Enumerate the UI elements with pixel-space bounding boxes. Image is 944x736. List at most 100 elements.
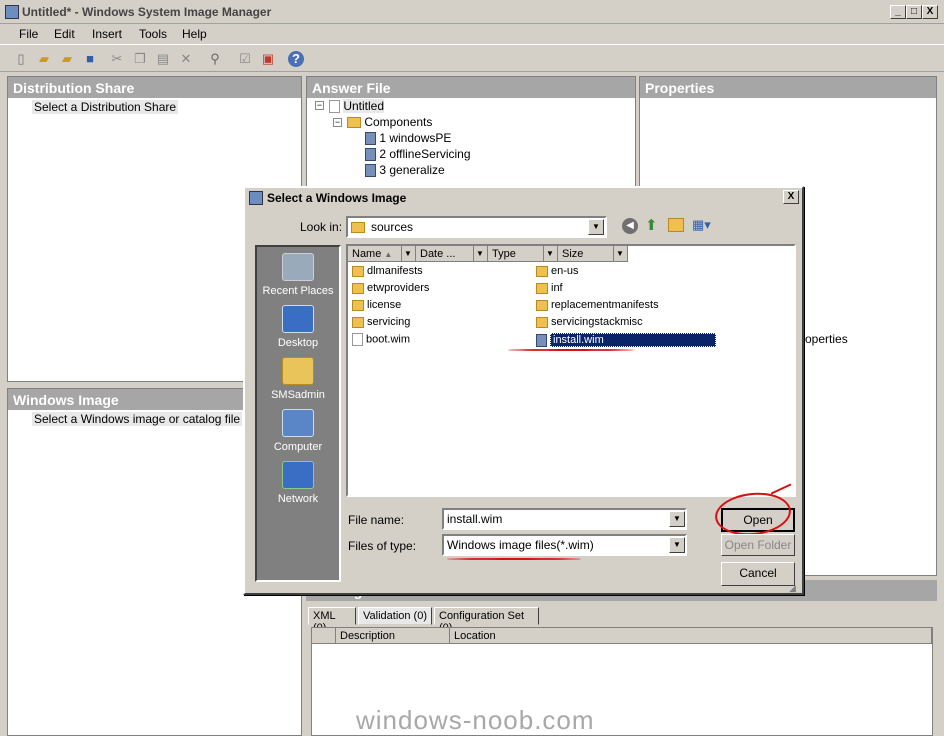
file-item-license[interactable]: license <box>352 299 401 311</box>
place-computer[interactable]: Computer <box>257 409 339 453</box>
menu-help[interactable]: Help <box>182 27 207 41</box>
folder-icon <box>352 299 364 311</box>
open-icon[interactable]: ▰ <box>35 50 53 68</box>
menu-insert[interactable]: Insert <box>92 27 122 41</box>
column-location[interactable]: Location <box>450 628 932 644</box>
collapse-toggle[interactable]: − <box>315 101 324 110</box>
recent-places-icon <box>282 253 314 281</box>
menu-bar: File Edit Insert Tools Help <box>0 24 944 44</box>
files-of-type-label: Files of type: <box>348 539 417 553</box>
annotation-underline-install-wim <box>508 349 634 351</box>
resize-grip-icon[interactable]: ◢ <box>789 583 796 594</box>
file-item-en-us[interactable]: en-us <box>536 265 579 277</box>
cut-icon[interactable]: ✂ <box>108 50 126 68</box>
user-folder-icon <box>282 357 314 385</box>
new-icon[interactable]: ▯ <box>12 50 30 68</box>
file-item-servicingstackmisc[interactable]: servicingstackmisc <box>536 316 643 328</box>
tab-validation[interactable]: Validation (0) <box>358 607 432 625</box>
dialog-title-bar: Select a Windows Image X <box>245 188 802 208</box>
file-list: Name ▲ ▼ Date ... ▼ Type ▼ Size ▼ dlmani… <box>346 244 796 497</box>
file-name-label: File name: <box>348 513 405 527</box>
app-icon <box>5 5 19 19</box>
dialog-title: Select a Windows Image <box>267 191 407 205</box>
folder-icon <box>352 265 364 277</box>
minimize-button[interactable]: _ <box>890 5 906 19</box>
menu-file[interactable]: File <box>19 27 38 41</box>
properties-header: Properties <box>640 77 936 98</box>
network-icon <box>282 461 314 489</box>
look-in-dropdown[interactable]: ▼ <box>588 219 604 235</box>
folder-icon <box>536 265 548 277</box>
select-windows-image-dialog: Select a Windows Image X Look in: source… <box>243 186 804 595</box>
place-smsadmin[interactable]: SMSadmin <box>257 357 339 401</box>
folder-icon <box>352 316 364 328</box>
places-bar: Recent Places Desktop SMSadmin Computer … <box>255 245 341 582</box>
menu-tools[interactable]: Tools <box>139 27 167 41</box>
file-item-replacementmanifests[interactable]: replacementmanifests <box>536 299 659 311</box>
column-date[interactable]: Date ... <box>416 246 474 262</box>
look-in-label: Look in: <box>300 220 343 234</box>
files-of-type-dropdown[interactable]: ▼ <box>669 537 685 553</box>
close-button[interactable]: X <box>922 5 938 19</box>
answer-file-root[interactable]: Untitled <box>329 99 385 114</box>
pass-offlineservicing[interactable]: 2 offlineServicing <box>365 147 471 162</box>
type-filter-dropdown[interactable]: ▼ <box>544 246 558 262</box>
file-name-dropdown[interactable]: ▼ <box>669 511 685 527</box>
folder-icon <box>536 316 548 328</box>
file-item-etwproviders[interactable]: etwproviders <box>352 282 429 294</box>
look-in-select[interactable]: sources <box>346 216 607 238</box>
delete-icon[interactable]: ✕ <box>177 50 195 68</box>
pass-windowspe[interactable]: 1 windowsPE <box>365 131 451 146</box>
dialog-close-button[interactable]: X <box>783 190 799 204</box>
place-recent-places[interactable]: Recent Places <box>257 253 339 297</box>
open-folder-button[interactable]: Open Folder <box>721 534 795 556</box>
cancel-button[interactable]: Cancel <box>721 562 795 586</box>
date-filter-dropdown[interactable]: ▼ <box>474 246 488 262</box>
paste-icon[interactable]: ▤ <box>154 50 172 68</box>
components-toggle[interactable]: − <box>333 118 342 127</box>
components-node[interactable]: Components <box>347 115 432 129</box>
open-folder-icon[interactable]: ▰ <box>58 50 76 68</box>
file-item-servicing[interactable]: servicing <box>352 316 410 328</box>
file-item-inf[interactable]: inf <box>536 282 563 294</box>
back-icon[interactable]: ◀ <box>622 218 638 234</box>
validate-icon[interactable]: ☑ <box>236 50 254 68</box>
file-name-input[interactable]: install.wim <box>442 508 687 530</box>
file-item-dlmanifests[interactable]: dlmanifests <box>352 265 423 277</box>
tab-configuration-set[interactable]: Configuration Set (0) <box>434 607 539 634</box>
up-folder-icon[interactable]: ⬆ <box>645 216 658 234</box>
column-size[interactable]: Size <box>558 246 614 262</box>
pass-icon <box>365 148 376 162</box>
column-type[interactable]: Type <box>488 246 544 262</box>
select-windows-image[interactable]: Select a Windows image or catalog file <box>32 412 243 426</box>
pass-icon <box>365 132 376 146</box>
annotation-underline-file-type <box>447 558 581 560</box>
file-item-install-wim[interactable]: install.wim <box>536 333 716 347</box>
files-of-type-select[interactable]: Windows image files(*.wim) <box>442 534 687 556</box>
tab-xml[interactable]: XML (0) <box>308 607 356 634</box>
menu-edit[interactable]: Edit <box>54 27 75 41</box>
pass-generalize[interactable]: 3 generalize <box>365 163 445 178</box>
answer-file-icon <box>329 100 340 114</box>
view-menu-icon[interactable]: ▦▾ <box>692 217 711 233</box>
help-icon[interactable]: ? <box>288 51 304 67</box>
place-network[interactable]: Network <box>257 461 339 505</box>
column-name[interactable]: Name ▲ <box>348 246 402 262</box>
folder-icon <box>536 299 548 311</box>
place-desktop[interactable]: Desktop <box>257 305 339 349</box>
new-folder-icon[interactable] <box>668 218 684 232</box>
column-description[interactable]: Description <box>336 628 450 644</box>
file-item-boot-wim[interactable]: boot.wim <box>352 333 410 346</box>
copy-icon[interactable]: ❐ <box>131 50 149 68</box>
pass-icon <box>365 164 376 178</box>
find-icon[interactable]: ⚲ <box>206 50 224 68</box>
image-icon[interactable]: ▣ <box>259 50 277 68</box>
folder-icon <box>351 222 365 234</box>
distribution-share-header: Distribution Share <box>8 77 301 98</box>
name-filter-dropdown[interactable]: ▼ <box>402 246 416 262</box>
column-blank <box>312 628 336 644</box>
maximize-button[interactable]: □ <box>906 5 922 19</box>
save-icon[interactable]: ■ <box>81 50 99 68</box>
size-filter-dropdown[interactable]: ▼ <box>614 246 628 262</box>
select-distribution-share[interactable]: Select a Distribution Share <box>32 100 179 114</box>
